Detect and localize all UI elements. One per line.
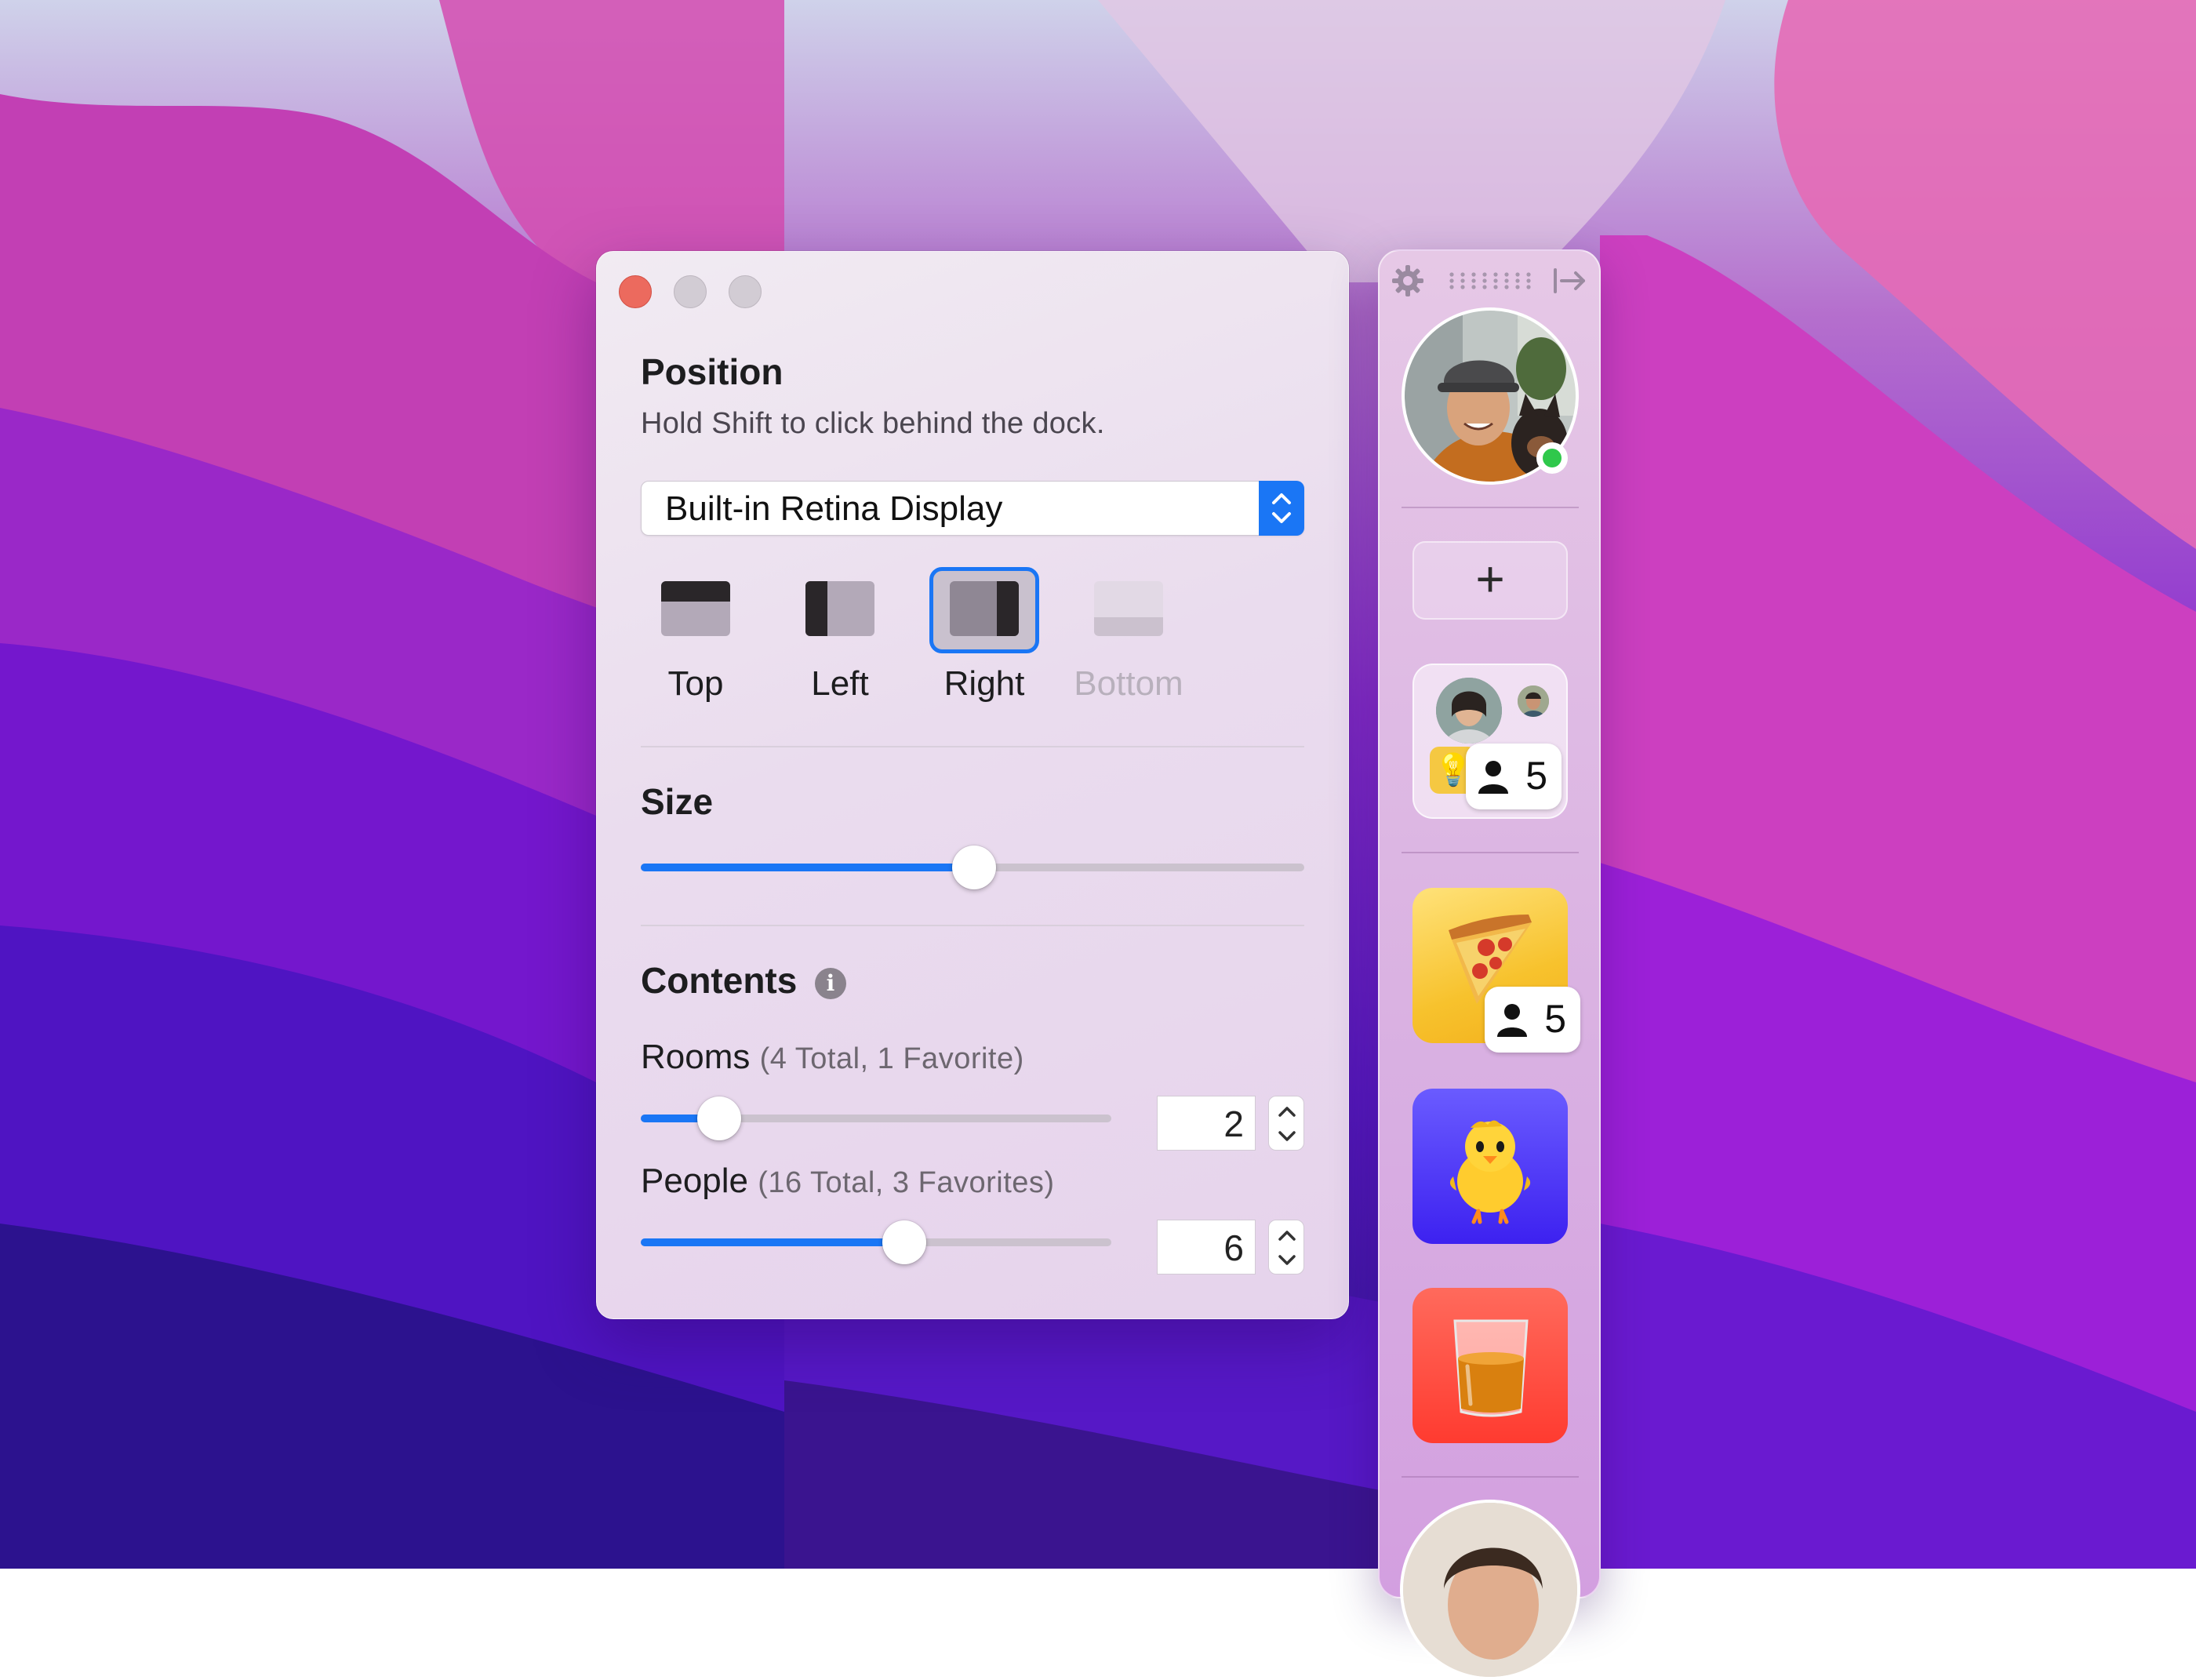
person-icon bbox=[1497, 1004, 1527, 1037]
drag-handle-icon[interactable] bbox=[1449, 271, 1533, 290]
add-room-label: + bbox=[1475, 551, 1505, 607]
people-note: (16 Total, 3 Favorites) bbox=[758, 1166, 1055, 1199]
position-heading: Position bbox=[641, 351, 784, 392]
display-select[interactable]: Built-in Retina Display bbox=[641, 481, 1304, 536]
size-slider-fill bbox=[641, 864, 974, 871]
add-room-button[interactable]: + bbox=[1412, 541, 1568, 620]
contents-heading: Contents bbox=[641, 960, 798, 1001]
dock-separator bbox=[1402, 507, 1579, 508]
rooms-count-field[interactable]: 2 bbox=[1157, 1096, 1256, 1151]
person-icon bbox=[1478, 761, 1508, 794]
divider bbox=[641, 746, 1304, 747]
rooms-note: (4 Total, 1 Favorite) bbox=[759, 1042, 1024, 1075]
profile-avatar[interactable] bbox=[1400, 306, 1580, 486]
people-label-row: People (16 Total, 3 Favorites) bbox=[641, 1162, 1055, 1201]
zoom-window-button[interactable] bbox=[729, 275, 762, 308]
divider bbox=[641, 925, 1304, 926]
rooms-stepper[interactable] bbox=[1268, 1096, 1304, 1151]
tumbler-glass-icon bbox=[1447, 1311, 1535, 1421]
member-avatar bbox=[1436, 678, 1502, 744]
dock-top-icon bbox=[641, 567, 751, 653]
size-heading: Size bbox=[641, 781, 714, 822]
floating-dock: + 💡 5 5 bbox=[1378, 249, 1601, 1680]
collapse-right-icon[interactable] bbox=[1551, 265, 1590, 296]
dock-left-icon bbox=[785, 567, 895, 653]
member-count: 5 bbox=[1525, 754, 1547, 798]
person-avatar[interactable] bbox=[1400, 1500, 1580, 1680]
position-hint: Hold Shift to click behind the dock. bbox=[641, 407, 1105, 440]
dock-separator bbox=[1402, 852, 1579, 853]
position-label-left: Left bbox=[811, 664, 869, 703]
member-count-badge: 5 bbox=[1466, 744, 1562, 809]
dock-separator bbox=[1402, 1476, 1579, 1478]
people-label: People bbox=[641, 1162, 749, 1200]
minimize-window-button[interactable] bbox=[674, 275, 707, 308]
gear-icon[interactable] bbox=[1391, 264, 1425, 298]
online-status-dot bbox=[1543, 449, 1562, 467]
dock-preferences-window: Position Hold Shift to click behind the … bbox=[596, 251, 1349, 1319]
chick-icon bbox=[1439, 1109, 1541, 1227]
position-label-right: Right bbox=[943, 664, 1025, 703]
room-tile-drink[interactable] bbox=[1412, 1288, 1568, 1443]
rooms-slider-knob[interactable] bbox=[697, 1096, 741, 1140]
display-select-value: Built-in Retina Display bbox=[665, 489, 1003, 528]
group-room-tile[interactable]: 💡 5 bbox=[1412, 664, 1568, 819]
info-icon[interactable]: i bbox=[815, 968, 846, 999]
rooms-slider[interactable] bbox=[641, 1096, 1111, 1140]
close-window-button[interactable] bbox=[619, 275, 652, 308]
people-stepper[interactable] bbox=[1268, 1220, 1304, 1275]
room-count: 5 bbox=[1544, 997, 1566, 1041]
member-avatar bbox=[1518, 685, 1549, 717]
room-tile-pizza[interactable]: 5 bbox=[1412, 888, 1580, 1053]
position-label-top: Top bbox=[667, 664, 724, 703]
people-slider[interactable] bbox=[641, 1220, 1111, 1264]
people-slider-fill bbox=[641, 1238, 904, 1246]
people-slider-knob[interactable] bbox=[882, 1220, 926, 1264]
room-tile-chick[interactable] bbox=[1412, 1089, 1568, 1244]
size-slider[interactable] bbox=[641, 845, 1304, 889]
position-label-bottom: Bottom bbox=[1074, 664, 1183, 703]
rooms-label: Rooms bbox=[641, 1038, 751, 1076]
dock-bottom-icon bbox=[1074, 567, 1183, 653]
select-stepper-icon bbox=[1259, 481, 1304, 536]
room-count-badge: 5 bbox=[1485, 987, 1580, 1053]
people-count-field[interactable]: 6 bbox=[1157, 1220, 1256, 1275]
rooms-label-row: Rooms (4 Total, 1 Favorite) bbox=[641, 1038, 1024, 1077]
dock-right-icon bbox=[929, 567, 1039, 653]
size-slider-knob[interactable] bbox=[952, 845, 996, 889]
